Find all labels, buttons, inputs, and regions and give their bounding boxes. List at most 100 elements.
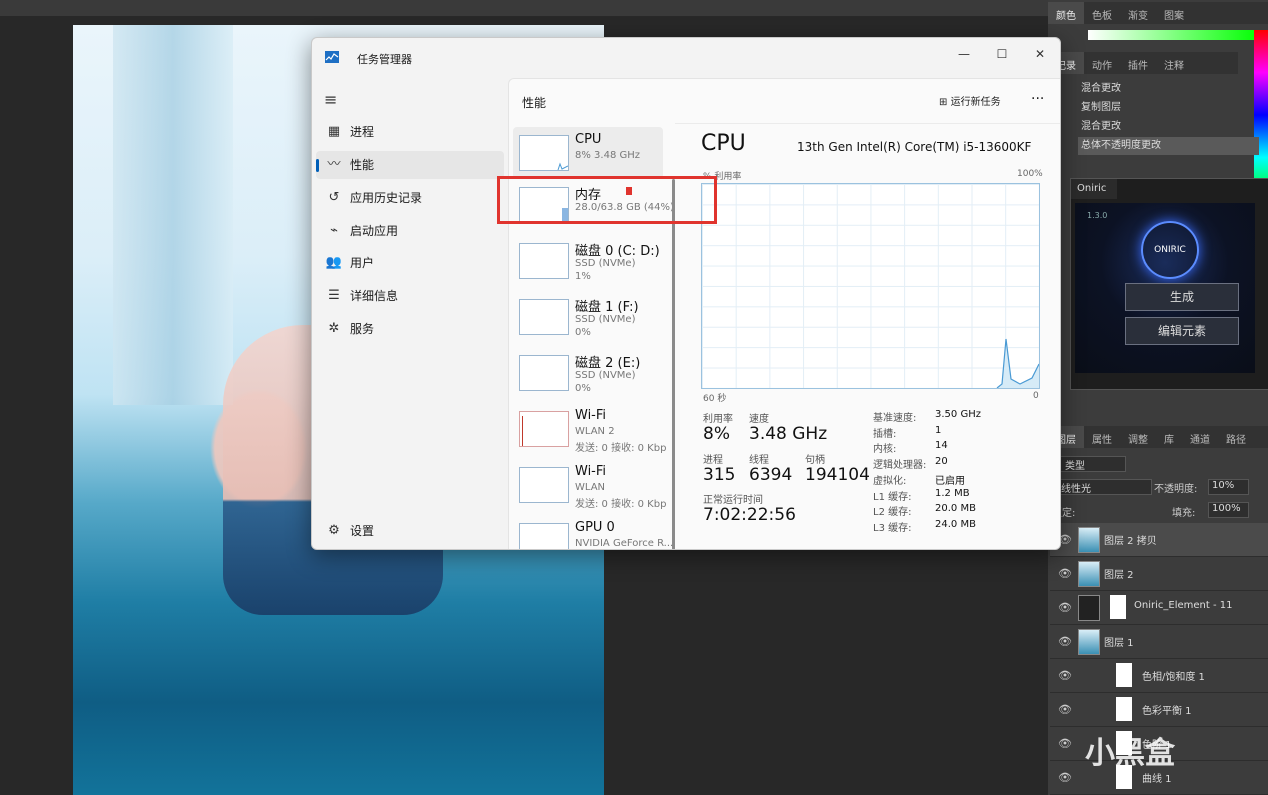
layer-name: 图层 1 [1104, 638, 1134, 649]
tab-color[interactable]: 颜色 [1048, 2, 1084, 24]
spec-value: 1 [935, 424, 942, 436]
blend-mode-select[interactable]: 线性光 [1056, 479, 1152, 495]
nav-item-startup[interactable]: ⌁ 启动应用 [316, 217, 504, 245]
eye-icon[interactable]: 👁 [1058, 669, 1072, 682]
eye-icon[interactable]: 👁 [1058, 771, 1072, 784]
gear-icon: ⚙ [328, 523, 340, 538]
threads-label: 线程 [749, 455, 769, 466]
perf-name: CPU [575, 132, 602, 147]
hamburger-icon[interactable]: ≡ [324, 90, 337, 109]
cpu-model: 13th Gen Intel(R) Core(TM) i5-13600KF [797, 140, 1032, 154]
nav-label: 性能 [350, 158, 375, 172]
graph-time-left: 60 秒 [703, 394, 727, 404]
perf-sub2: 发送: 0 接收: 0 Kbp [575, 443, 667, 454]
tab-paths[interactable]: 路径 [1218, 426, 1254, 448]
history-item[interactable]: 混合更改 [1078, 118, 1259, 136]
tab-libraries[interactable]: 库 [1156, 426, 1182, 448]
maximize-button[interactable]: ☐ [988, 44, 1016, 64]
watermark-text: 小黑盒 [1085, 736, 1175, 771]
perf-item[interactable]: 磁盘 0 (C: D:) SSD (NVMe) 1% [513, 235, 663, 287]
perf-sub: WLAN 2 [575, 426, 615, 437]
layer-row[interactable]: 👁 色彩平衡 1 [1050, 693, 1268, 727]
layer-row[interactable]: 👁 图层 2 拷贝 [1050, 523, 1268, 557]
run-new-task-button[interactable]: ⊞ 运行新任务 [939, 93, 1001, 108]
utilization-label: 利用率 [703, 414, 733, 425]
spec-row: L3 缓存: 24.0 MB [873, 519, 1043, 535]
perf-item[interactable]: Wi-Fi WLAN 2 发送: 0 接收: 0 Kbp [513, 403, 667, 455]
layer-row[interactable]: 👁 色相/饱和度 1 [1050, 659, 1268, 693]
speedometer-icon: ⌁ [330, 223, 338, 238]
nav-item-services[interactable]: ✲ 服务 [316, 315, 504, 343]
oniric-logo: ONIRIC [1141, 221, 1199, 279]
generate-button[interactable]: 生成 [1125, 283, 1239, 311]
history-item-selected[interactable]: 总体不透明度更改 [1078, 137, 1259, 155]
title-bar[interactable]: 任务管理器 — ☐ ✕ [312, 38, 1060, 78]
perf-item[interactable]: 磁盘 2 (E:) SSD (NVMe) 0% [513, 347, 663, 399]
tab-patterns[interactable]: 图案 [1156, 2, 1192, 24]
nav-item-details[interactable]: ☰ 详细信息 [316, 282, 504, 310]
scrollbar[interactable] [672, 179, 675, 549]
perf-thumbnail [519, 299, 569, 335]
perf-item[interactable]: Wi-Fi WLAN 发送: 0 接收: 0 Kbp [513, 459, 666, 511]
layer-row[interactable]: 👁 Oniric_Element - 11 [1050, 591, 1268, 625]
nav-item-performance[interactable]: 〰 性能 [316, 151, 504, 179]
perf-name: Wi-Fi [575, 408, 607, 423]
tab-channels[interactable]: 通道 [1182, 426, 1218, 448]
nav-label: 详细信息 [350, 289, 399, 303]
tab-adjustments[interactable]: 调整 [1120, 426, 1156, 448]
history-item[interactable]: 复制图层 [1078, 99, 1259, 117]
eye-icon[interactable]: 👁 [1058, 601, 1072, 614]
nav-item-users[interactable]: 👥 用户 [316, 249, 504, 277]
nav-label: 设置 [350, 524, 375, 538]
spec-key: 虚拟化: [873, 475, 907, 487]
perf-name: 磁盘 2 (E:) [575, 356, 641, 371]
nav-label: 应用历史记录 [350, 191, 423, 205]
tab-gradients[interactable]: 渐变 [1120, 2, 1156, 24]
graph-time-right: 0 [1033, 391, 1039, 401]
fill-input[interactable]: 100% [1208, 502, 1249, 518]
highlight-box [497, 176, 717, 224]
layer-row[interactable]: 👁 图层 2 [1050, 557, 1268, 591]
spec-row: L2 缓存: 20.0 MB [873, 503, 1043, 519]
spec-row: 内核: 14 [873, 440, 1043, 456]
eye-icon[interactable]: 👁 [1058, 635, 1072, 648]
layer-mask [1110, 595, 1126, 619]
layer-row[interactable]: 👁 图层 1 [1050, 625, 1268, 659]
perf-item[interactable]: CPU 8% 3.48 GHz [513, 127, 663, 179]
tab-properties[interactable]: 属性 [1084, 426, 1120, 448]
tab-plugins[interactable]: 插件 [1120, 52, 1156, 74]
nav-item-app-history[interactable]: ↺ 应用历史记录 [316, 184, 504, 212]
layer-kind-filter[interactable]: 类型 [1060, 456, 1126, 472]
minimize-button[interactable]: — [950, 44, 978, 64]
spec-key: 逻辑处理器: [873, 460, 927, 472]
eye-icon[interactable]: 👁 [1058, 567, 1072, 580]
perf-item[interactable]: 磁盘 1 (F:) SSD (NVMe) 0% [513, 291, 663, 343]
close-button[interactable]: ✕ [1026, 44, 1054, 64]
nav-item-settings[interactable]: ⚙ 设置 [316, 517, 504, 545]
spec-row: 基准速度: 3.50 GHz [873, 409, 1043, 425]
eye-icon[interactable]: 👁 [1058, 703, 1072, 716]
run-task-icon: ⊞ [939, 97, 948, 108]
layer-name: 图层 2 [1104, 570, 1134, 581]
layer-thumbnail [1078, 595, 1100, 621]
nav-item-processes[interactable]: ▦ 进程 [316, 118, 504, 146]
oniric-plugin-panel: Oniric 1.3.0 ONIRIC 生成 编辑元素 [1070, 178, 1268, 390]
graph-y-max: 100% [1017, 169, 1043, 179]
layer-thumbnail [1078, 561, 1100, 587]
more-options-button[interactable]: ··· [1031, 91, 1044, 107]
spec-row: 插槽: 1 [873, 425, 1043, 441]
perf-item[interactable]: GPU 0NVIDIA GeForce R...7% (48 °C) [513, 515, 673, 549]
tab-oniric[interactable]: Oniric [1071, 179, 1117, 199]
spec-key: 插槽: [873, 428, 897, 440]
tab-swatches[interactable]: 色板 [1084, 2, 1120, 24]
eye-icon[interactable]: 👁 [1058, 737, 1072, 750]
history-item[interactable]: 混合更改 [1078, 80, 1259, 98]
spec-value: 14 [935, 440, 948, 452]
tab-notes[interactable]: 注释 [1156, 52, 1192, 74]
cpu-detail: CPU 13th Gen Intel(R) Core(TM) i5-13600K… [699, 123, 1059, 549]
opacity-input[interactable]: 10% [1208, 479, 1249, 495]
spec-key: L1 缓存: [873, 491, 912, 503]
edit-element-button[interactable]: 编辑元素 [1125, 317, 1239, 345]
tab-actions[interactable]: 动作 [1084, 52, 1120, 74]
color-slider[interactable] [1088, 30, 1260, 40]
